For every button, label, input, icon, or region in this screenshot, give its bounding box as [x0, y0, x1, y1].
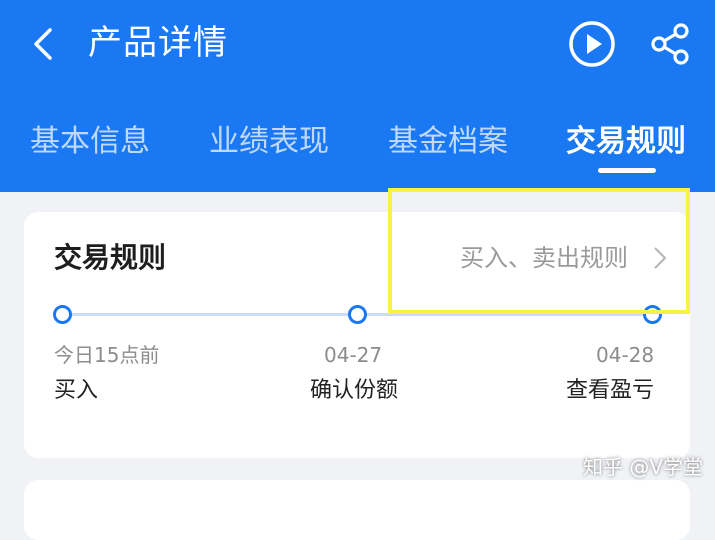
page-title: 产品详情 — [88, 23, 228, 63]
step-label-profit: 查看盈亏 — [566, 378, 655, 403]
tab-fund-profile[interactable]: 基金档案 — [388, 118, 508, 166]
share-icon[interactable] — [646, 20, 694, 68]
step-label-confirm: 确认份额 — [310, 378, 399, 403]
card-title: 交易规则 — [54, 241, 167, 274]
watermark: 知乎 @V学堂 — [583, 455, 704, 479]
back-icon[interactable] — [22, 22, 66, 66]
timeline-dot-confirm — [348, 305, 367, 324]
step-label-buy: 买入 — [54, 378, 99, 403]
play-circle-icon[interactable] — [566, 18, 618, 70]
next-card — [24, 480, 690, 540]
active-tab-indicator — [598, 168, 656, 173]
tab-basic-info[interactable]: 基本信息 — [30, 118, 150, 166]
tab-bar: 基本信息 业绩表现 基金档案 交易规则 — [0, 118, 715, 180]
step-date-confirm: 04-27 — [324, 343, 383, 367]
step-date-profit: 04-28 — [596, 343, 655, 367]
tab-performance[interactable]: 业绩表现 — [209, 118, 329, 166]
tab-trade-rules[interactable]: 交易规则 — [566, 118, 686, 166]
app-header: 产品详情 基本信息 业绩表现 基金档案 交易规则 — [0, 0, 715, 192]
step-date-buy: 今日15点前 — [54, 343, 160, 367]
highlight-annotation-box — [388, 188, 690, 314]
timeline-dot-buy — [53, 305, 72, 324]
